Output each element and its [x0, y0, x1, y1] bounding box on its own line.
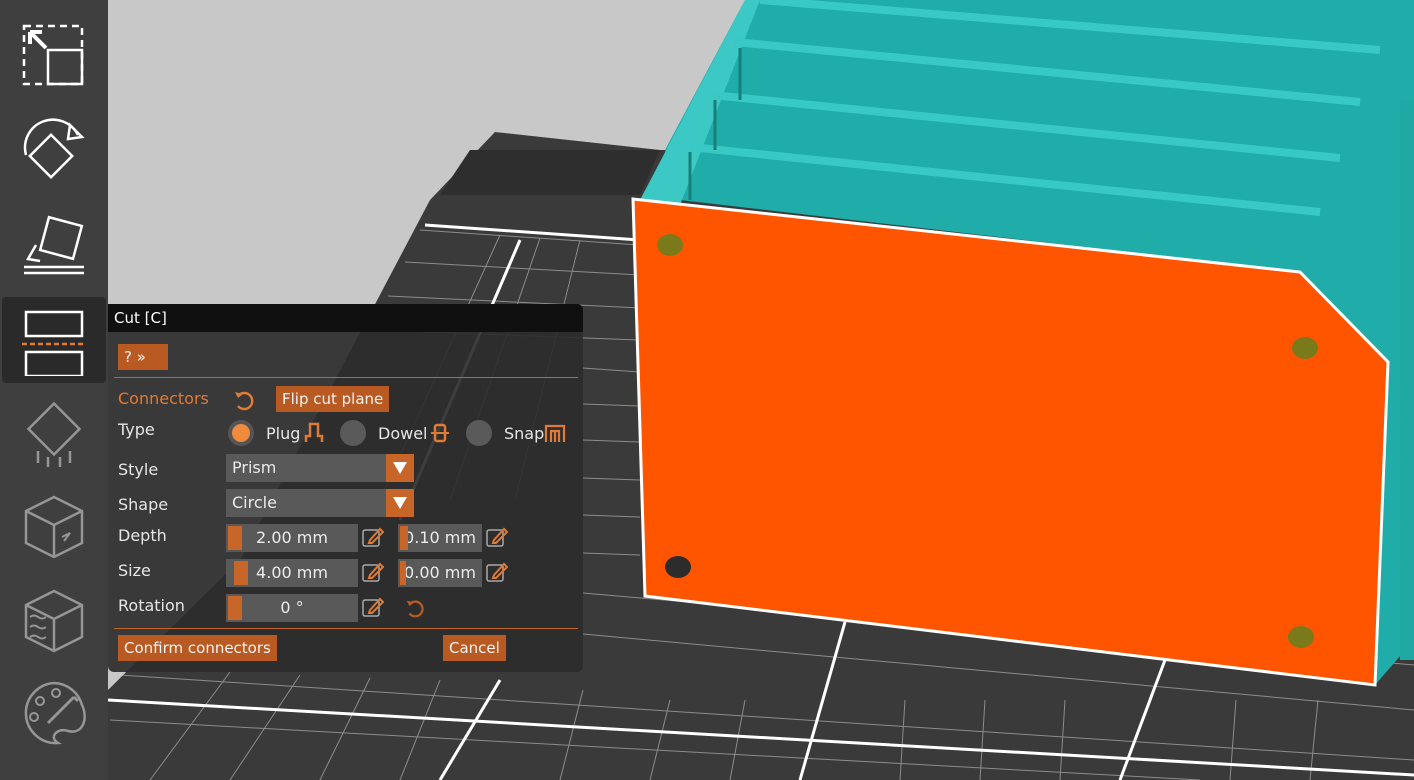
edit-icon[interactable]	[362, 561, 384, 583]
slider-handle[interactable]	[234, 561, 248, 585]
flip-cut-plane-button[interactable]: Flip cut plane	[276, 386, 390, 412]
connectors-label: Connectors	[118, 389, 209, 408]
place-on-face-tool[interactable]	[2, 202, 106, 288]
plug-icon	[304, 422, 324, 442]
dialog-separator-top	[114, 377, 578, 378]
undo-icon	[235, 391, 254, 411]
chevron-down-icon	[386, 454, 414, 482]
depth-label: Depth	[118, 526, 167, 545]
reset-rotation-icon[interactable]	[404, 597, 426, 619]
supports-paint-icon	[26, 401, 82, 467]
style-select-value: Prism	[232, 458, 277, 477]
type-plug-radio[interactable]	[228, 420, 254, 446]
depth-slider[interactable]: 2.00 mm	[226, 524, 358, 552]
style-label: Style	[118, 460, 159, 479]
edit-icon[interactable]	[362, 596, 384, 618]
supports-paint-tool[interactable]	[2, 392, 106, 478]
dowel-icon	[431, 423, 449, 443]
dialog-separator-bottom	[114, 628, 578, 629]
chevron-down-icon	[386, 489, 414, 517]
shape-select[interactable]: Circle	[226, 489, 414, 517]
cut-icon	[22, 310, 86, 376]
cancel-button[interactable]: Cancel	[443, 635, 506, 661]
color-paint-icon	[24, 681, 86, 745]
help-collapse-button[interactable]: ? »	[118, 344, 168, 370]
snap-icon	[544, 424, 566, 442]
size-slider[interactable]: 4.00 mm	[226, 559, 358, 587]
part-side	[1400, 100, 1414, 660]
slider-handle[interactable]	[228, 526, 242, 550]
depth-tolerance-slider[interactable]: 0.10 mm	[398, 524, 482, 552]
cut-dialog: Cut [C] ? » Connectors Flip cut plane Ty…	[108, 304, 583, 672]
type-dowel-radio[interactable]	[340, 420, 366, 446]
shape-label: Shape	[118, 495, 169, 514]
slider-handle[interactable]	[228, 596, 242, 620]
size-tolerance-value: 0.00 mm	[404, 563, 476, 582]
style-select[interactable]: Prism	[226, 454, 414, 482]
edit-icon[interactable]	[486, 561, 508, 583]
seam-paint-icon	[24, 495, 84, 559]
rotate-icon	[23, 118, 85, 179]
size-label: Size	[118, 561, 151, 580]
type-plug-label: Plug	[266, 424, 301, 443]
connector-top-right[interactable]	[1292, 337, 1318, 359]
place-on-face-icon	[24, 215, 84, 275]
scale-icon	[22, 24, 84, 86]
fuzzy-skin-icon	[24, 589, 84, 653]
connector-top-left[interactable]	[657, 234, 683, 256]
scale-tool[interactable]	[2, 15, 106, 101]
cut-tool[interactable]	[2, 297, 106, 383]
depth-tolerance-value: 0.10 mm	[404, 528, 476, 547]
rotation-value: 0 °	[280, 598, 304, 617]
slider-handle[interactable]	[400, 561, 406, 585]
type-snap-radio[interactable]	[466, 420, 492, 446]
depth-value: 2.00 mm	[256, 528, 328, 547]
type-label: Type	[118, 420, 155, 439]
rotation-slider[interactable]: 0 °	[226, 594, 358, 622]
gizmo-toolbar	[0, 0, 108, 780]
color-paint-tool[interactable]	[2, 670, 106, 756]
type-dowel-label: Dowel	[378, 424, 428, 443]
connector-bottom-right[interactable]	[1288, 626, 1314, 648]
seam-paint-tool[interactable]	[2, 482, 106, 568]
size-tolerance-slider[interactable]: 0.00 mm	[398, 559, 482, 587]
connector-bottom-left[interactable]	[665, 556, 691, 578]
cut-dialog-title[interactable]: Cut [C]	[108, 304, 583, 332]
slider-handle[interactable]	[400, 526, 408, 550]
rotation-label: Rotation	[118, 596, 185, 615]
confirm-connectors-button[interactable]: Confirm connectors	[118, 635, 277, 661]
rotate-tool[interactable]	[2, 108, 106, 194]
edit-icon[interactable]	[362, 526, 384, 548]
size-value: 4.00 mm	[256, 563, 328, 582]
build-plate-back-edge	[440, 150, 660, 195]
shape-select-value: Circle	[232, 493, 277, 512]
fuzzy-skin-tool[interactable]	[2, 576, 106, 662]
type-snap-label: Snap	[504, 424, 545, 443]
3d-viewport[interactable]: Cut [C] ? » Connectors Flip cut plane Ty…	[0, 0, 1414, 780]
reset-connectors-button[interactable]	[232, 388, 256, 412]
edit-icon[interactable]	[486, 526, 508, 548]
